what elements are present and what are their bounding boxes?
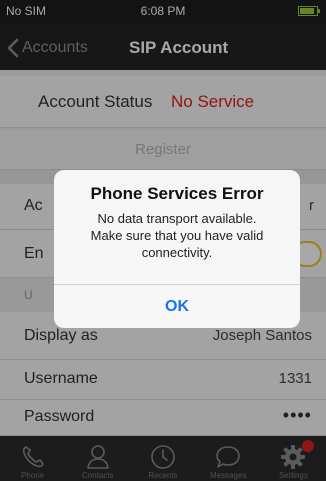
error-alert: Phone Services Error No data transport a… (54, 170, 300, 328)
screen: No SIM 6:08 PM Accounts SIP Account Acco… (0, 0, 326, 481)
alert-message: No data transport available. Make sure t… (68, 210, 286, 261)
alert-message-line: No data transport available. (97, 211, 257, 226)
alert-message-line: Make sure that you have valid (90, 228, 264, 243)
alert-title: Phone Services Error (90, 184, 264, 203)
alert-message-line: connectivity. (141, 245, 213, 260)
ok-button[interactable]: OK (54, 285, 300, 328)
